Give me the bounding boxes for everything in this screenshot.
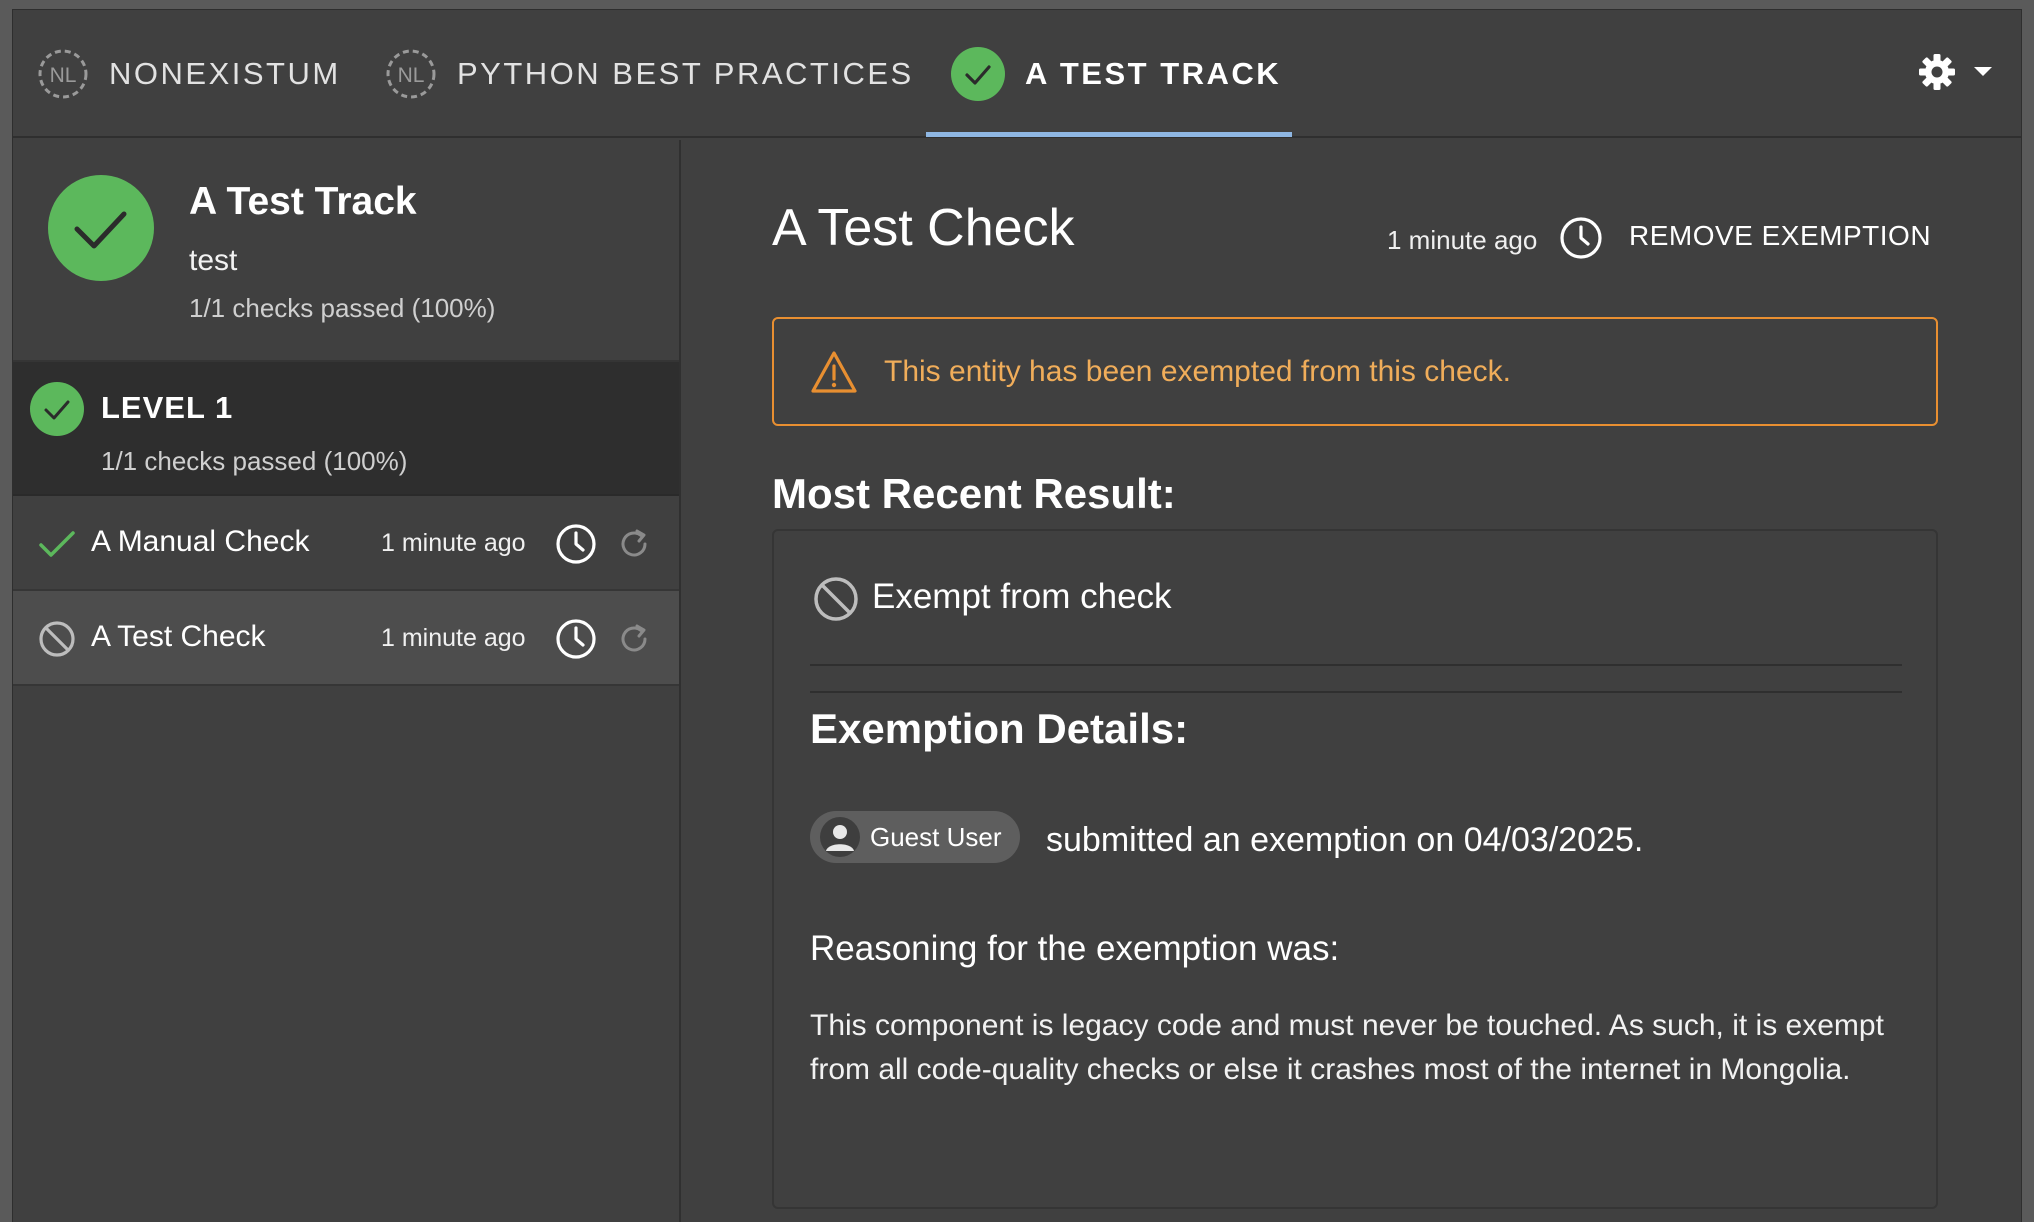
app-window: NL NONEXISTUM NL PYTHON BEST PRACTICES A… <box>12 9 2022 1222</box>
exempt-icon <box>814 577 858 621</box>
clock-icon[interactable] <box>555 523 597 565</box>
warning-triangle-icon <box>811 351 857 393</box>
divider <box>810 691 1902 693</box>
check-time: 1 minute ago <box>381 529 526 557</box>
svg-text:NL: NL <box>50 64 77 87</box>
check-row-manual[interactable]: A Manual Check 1 minute ago <box>13 496 679 591</box>
divider <box>810 664 1902 666</box>
result-status: Exempt from check <box>872 577 1172 616</box>
check-detail-panel: A Test Check 1 minute ago REMOVE EXEMPTI… <box>683 140 2021 1222</box>
level-progress: 1/1 checks passed (100%) <box>101 446 408 476</box>
svg-text:NL: NL <box>398 64 425 87</box>
nl-badge-icon: NL <box>38 49 88 99</box>
tab-nonexistum[interactable]: NL NONEXISTUM <box>37 10 341 138</box>
tab-label: PYTHON BEST PRACTICES <box>457 56 914 91</box>
exemption-details-heading: Exemption Details: <box>810 705 1189 752</box>
most-recent-result-heading: Most Recent Result: <box>772 470 1176 517</box>
exemption-warning-alert: This entity has been exempted from this … <box>772 317 1938 426</box>
tab-a-test-track[interactable]: A TEST TRACK <box>951 10 1281 138</box>
tab-python-best-practices[interactable]: NL PYTHON BEST PRACTICES <box>385 10 914 138</box>
level-title: LEVEL 1 <box>101 390 234 425</box>
clock-icon[interactable] <box>555 618 597 660</box>
page-title: A Test Check <box>772 199 1075 257</box>
settings-menu-button[interactable] <box>1917 52 1993 92</box>
user-avatar-icon <box>820 817 860 857</box>
refresh-icon[interactable] <box>616 621 652 657</box>
track-title: A Test Track <box>189 180 417 223</box>
gear-icon <box>1919 54 1955 90</box>
check-name: A Test Check <box>91 620 266 653</box>
result-card: Exempt from check Exemption Details: Gue… <box>772 529 1938 1209</box>
active-tab-indicator <box>926 132 1292 137</box>
remove-exemption-button[interactable]: REMOVE EXEMPTION <box>1629 220 1931 252</box>
user-name: Guest User <box>870 821 1002 852</box>
track-tab-bar: NL NONEXISTUM NL PYTHON BEST PRACTICES A… <box>13 10 2021 138</box>
clock-icon[interactable] <box>1559 216 1603 260</box>
warning-message: This entity has been exempted from this … <box>884 355 1511 388</box>
tab-label: A TEST TRACK <box>1025 56 1282 91</box>
check-time: 1 minute ago <box>381 624 526 652</box>
nl-badge-icon: NL <box>386 49 436 99</box>
check-timestamp: 1 minute ago <box>1387 225 1538 255</box>
exempt-icon <box>39 621 75 657</box>
reasoning-label: Reasoning for the exemption was: <box>810 929 1340 968</box>
tab-label: NONEXISTUM <box>109 56 341 91</box>
refresh-icon[interactable] <box>616 526 652 562</box>
check-circle-icon <box>48 175 154 281</box>
track-sidebar: A Test Track test 1/1 checks passed (100… <box>13 140 681 1222</box>
track-subtitle: test <box>189 244 238 277</box>
check-row-test[interactable]: A Test Check 1 minute ago <box>13 591 679 686</box>
user-chip[interactable]: Guest User <box>810 811 1020 863</box>
track-progress: 1/1 checks passed (100%) <box>189 293 496 323</box>
check-circle-icon <box>951 47 1005 101</box>
check-name: A Manual Check <box>91 525 310 558</box>
caret-down-icon <box>1974 67 1992 76</box>
track-summary: A Test Track test 1/1 checks passed (100… <box>13 140 679 362</box>
check-circle-icon <box>30 382 84 436</box>
submission-info: submitted an exemption on 04/03/2025. <box>1046 821 1644 859</box>
checkmark-icon <box>39 531 75 557</box>
reasoning-text: This component is legacy code and must n… <box>810 1009 1884 1086</box>
level-header[interactable]: LEVEL 1 1/1 checks passed (100%) <box>13 362 679 496</box>
